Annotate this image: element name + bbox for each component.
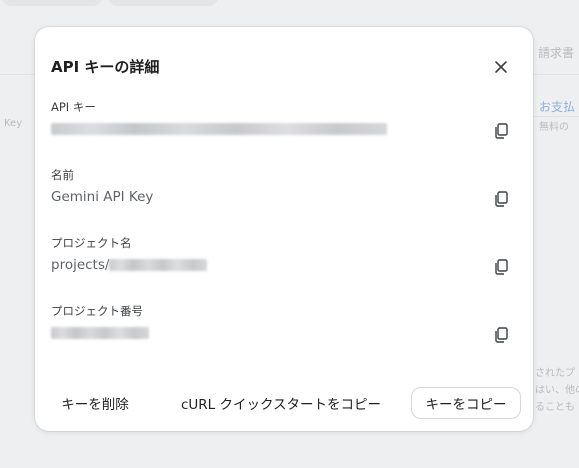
redacted-api-key [51,123,387,135]
project-name-prefix: projects/ [51,257,110,273]
dialog-title: API キーの詳細 [51,58,160,76]
project-number-field: プロジェクト番号 [51,303,513,343]
background-note: されたプ [535,368,575,379]
copy-api-key-button[interactable] [491,121,511,141]
redacted-project-id [109,259,208,271]
project-number-label: プロジェクト番号 [51,304,143,318]
api-key-details-dialog: API キーの詳細 API キー 名前 Gemini API Key プロジェク… [35,27,533,431]
copy-icon [495,327,508,343]
project-name-field: プロジェクト名 projects/ [51,235,513,275]
copy-icon [495,123,508,139]
project-number-value [51,325,149,341]
close-button[interactable] [489,55,513,79]
project-name-value: projects/ [51,257,208,273]
background-tab [108,0,218,6]
background-note: はい、他の [535,385,579,396]
background-subtext: 無料の [539,122,569,133]
copy-project-name-button[interactable] [491,257,511,277]
copy-icon [495,191,508,207]
background-divider [533,116,579,117]
copy-curl-quickstart-button[interactable]: cURL クイックスタートをコピー [171,387,391,419]
name-value: Gemini API Key [51,189,154,205]
name-field: 名前 Gemini API Key [51,167,513,207]
copy-name-button[interactable] [491,189,511,209]
redacted-project-number [51,327,149,339]
copy-icon [495,259,508,275]
name-label: 名前 [51,168,74,182]
api-key-field: API キー [51,99,513,139]
api-key-value [51,121,387,137]
project-name-label: プロジェクト名 [51,236,132,250]
background-column-header: 請求書 [538,46,575,60]
delete-key-button[interactable]: キーを削除 [49,387,141,419]
background-tab [2,0,102,6]
close-icon [495,61,507,73]
copy-project-number-button[interactable] [491,325,511,345]
api-key-label: API キー [51,100,96,114]
background-row-text: Key [4,118,23,129]
copy-key-button[interactable]: キーをコピー [411,387,521,419]
background-note: ることも [535,402,575,413]
background-link: お支払 [539,100,576,114]
